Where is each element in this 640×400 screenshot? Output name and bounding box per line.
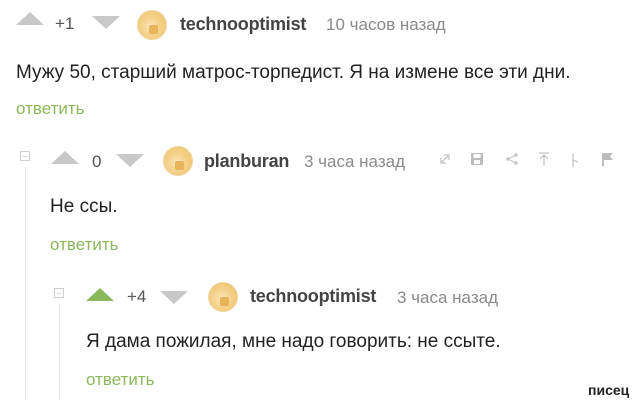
avatar[interactable] <box>137 10 167 40</box>
collapse-thread-button[interactable] <box>54 288 64 298</box>
upvote-button[interactable] <box>86 288 114 301</box>
avatar[interactable] <box>208 282 238 312</box>
reply-button[interactable]: ответить <box>16 99 85 119</box>
comment-text: Не ссы. <box>50 196 118 217</box>
watermark: писец <box>588 382 630 398</box>
link-icon[interactable] <box>439 153 451 165</box>
comment-author[interactable]: technooptimist <box>180 14 306 35</box>
comment-time[interactable]: 3 часа назад <box>304 152 405 172</box>
upvote-arrow-icon[interactable] <box>538 151 550 167</box>
comment-text: Я дама пожилая, мне надо говорить: не сс… <box>86 331 501 352</box>
report-flag-icon[interactable] <box>601 152 615 166</box>
upvote-button[interactable] <box>16 12 44 25</box>
downvote-button[interactable] <box>160 291 188 304</box>
avatar[interactable] <box>163 146 193 176</box>
downvote-button[interactable] <box>92 16 120 29</box>
save-icon[interactable] <box>470 152 484 166</box>
comment-score: +4 <box>127 287 147 306</box>
reply-button[interactable]: ответить <box>50 235 119 255</box>
reply-button[interactable]: ответить <box>86 370 155 390</box>
collapse-thread-button[interactable] <box>20 151 30 161</box>
comment-author[interactable]: technooptimist <box>250 286 376 307</box>
comment-time[interactable]: 3 часа назад <box>397 288 498 308</box>
downvote-button[interactable] <box>116 154 144 167</box>
comment-time[interactable]: 10 часов назад <box>326 15 446 35</box>
flag-hint-icon[interactable] <box>570 152 582 168</box>
comment-score: +1 <box>55 14 75 33</box>
share-icon[interactable] <box>506 153 518 165</box>
thread-line[interactable] <box>59 304 60 400</box>
comment-score: 0 <box>92 152 102 171</box>
comment-text: Мужу 50, старший матрос-торпедист. Я на … <box>16 62 571 83</box>
comment-author[interactable]: planburan <box>204 151 289 172</box>
upvote-button[interactable] <box>51 151 79 164</box>
thread-line[interactable] <box>25 167 26 400</box>
